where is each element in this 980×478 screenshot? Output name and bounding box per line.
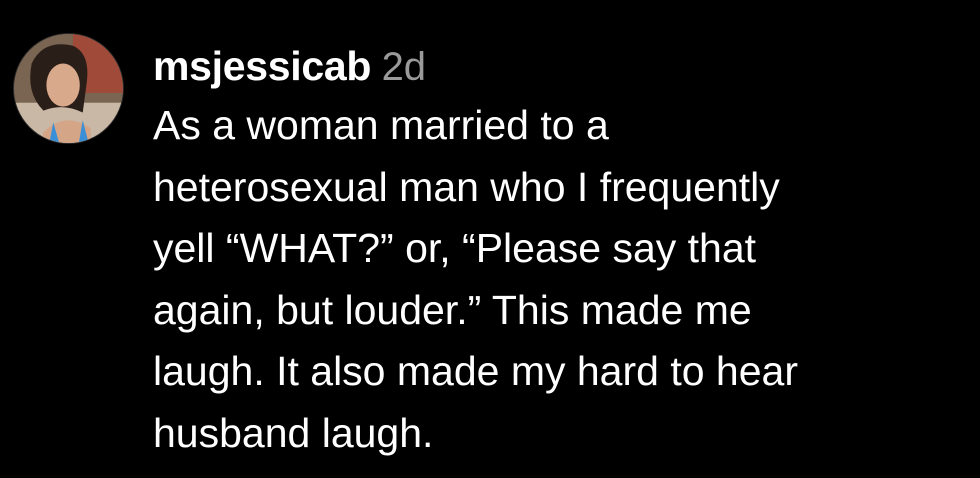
comment-text-line: As a woman married to a bbox=[153, 102, 609, 148]
comment-item: msjessicab 2d As a woman married to a he… bbox=[0, 0, 980, 478]
comment-content: msjessicab 2d As a woman married to a he… bbox=[153, 36, 963, 464]
avatar[interactable] bbox=[13, 33, 124, 144]
comment-text: As a woman married to a heterosexual man… bbox=[153, 95, 963, 464]
comment-header: msjessicab 2d bbox=[153, 36, 963, 96]
avatar-photo bbox=[14, 34, 123, 143]
comment-text-line: laugh. It also made my hard to hear bbox=[153, 348, 798, 394]
timestamp: 2d bbox=[381, 45, 427, 89]
comment-text-line: heterosexual man who I frequently bbox=[153, 163, 780, 210]
comment-text-line: husband laugh. bbox=[153, 409, 434, 456]
comment-text-line: yell “WHAT?” or, “Please say that bbox=[153, 225, 757, 271]
username-link[interactable]: msjessicab bbox=[153, 43, 371, 89]
comment-text-line: again, but louder.” This made me bbox=[153, 286, 752, 333]
